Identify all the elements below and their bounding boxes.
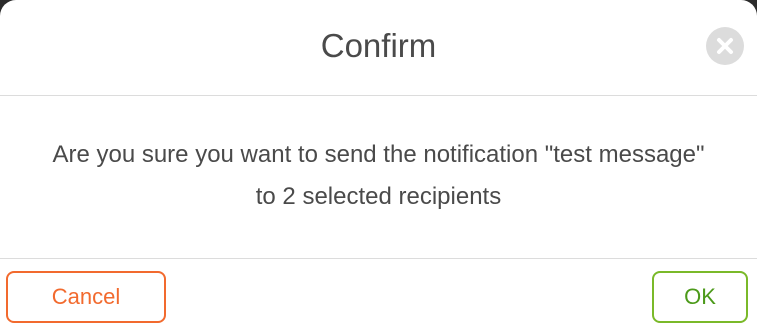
ok-button[interactable]: OK — [652, 271, 748, 323]
dialog-footer: Cancel OK — [0, 258, 757, 335]
confirm-dialog: Confirm Are you sure you want to send th… — [0, 0, 757, 335]
close-button[interactable] — [706, 27, 744, 65]
dialog-message: Are you sure you want to send the notifi… — [52, 141, 705, 210]
dialog-title: Confirm — [320, 27, 437, 64]
close-icon — [717, 38, 733, 54]
dialog-header: Confirm — [0, 0, 757, 96]
cancel-button[interactable]: Cancel — [6, 271, 166, 323]
